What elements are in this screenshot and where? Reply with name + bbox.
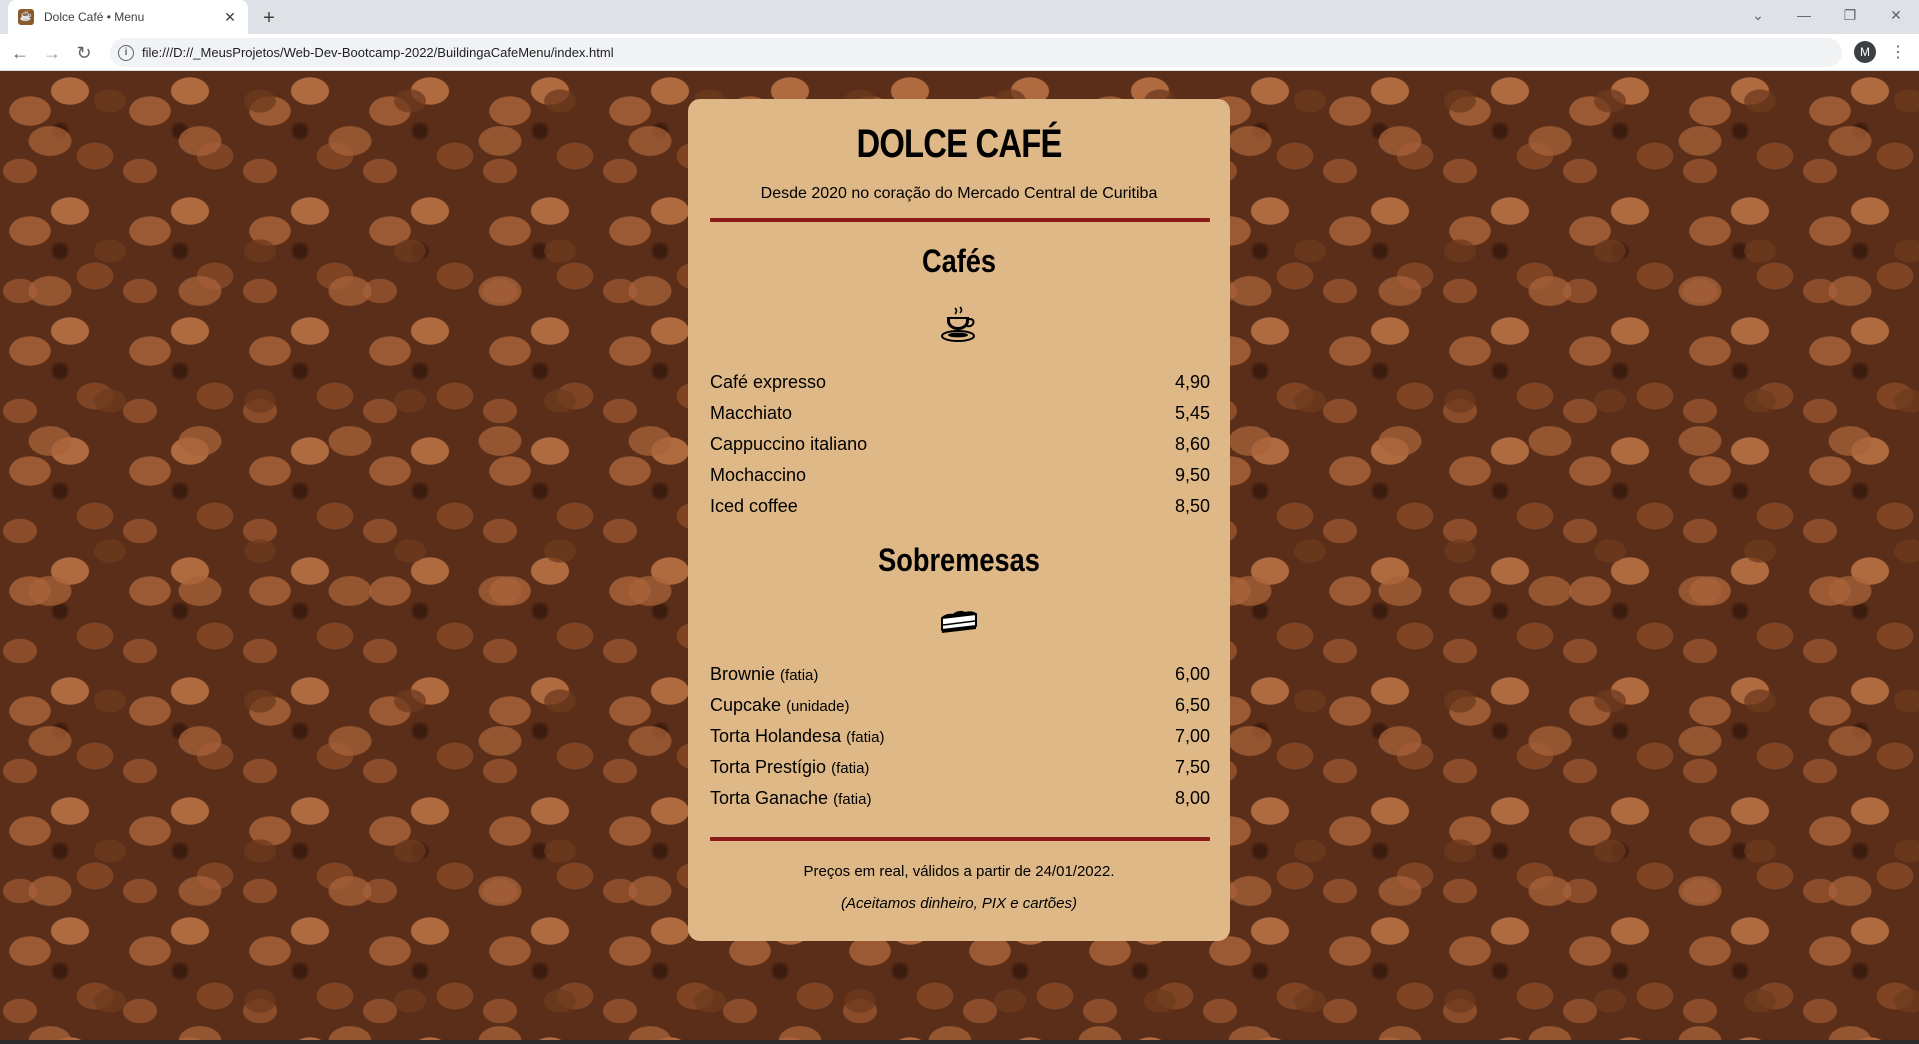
item-note: (fatia): [833, 791, 872, 808]
menu-item: Café expresso 4,90: [710, 372, 1210, 396]
item-price: 7,50: [1174, 757, 1210, 777]
item-price: 4,90: [1174, 372, 1210, 392]
close-tab-icon[interactable]: ✕: [222, 9, 238, 25]
menu-item: Macchiato 5,45: [710, 403, 1210, 427]
tab-strip: ☕ Dolce Café • Menu ✕ + ⌄ — ❐ ✕: [0, 0, 1919, 34]
item-price: 5,45: [1174, 403, 1210, 423]
item-name: Brownie: [710, 664, 776, 684]
item-name: Café expresso: [710, 372, 827, 392]
menu-item: Cupcake (unidade) 6,50: [710, 695, 1210, 719]
section-title-sobremesas: Sobremesas: [878, 542, 1040, 578]
item-price: 6,00: [1174, 664, 1210, 684]
item-name: Torta Holandesa: [710, 726, 842, 746]
item-name: Macchiato: [710, 403, 793, 423]
browser-toolbar: ← → ↻ i file:///D://_MeusProjetos/Web-De…: [0, 34, 1919, 71]
menu-item: Brownie (fatia) 6,00: [710, 664, 1210, 688]
more-menu-icon[interactable]: ⋮: [1888, 40, 1908, 64]
item-name: Torta Prestígio: [710, 757, 827, 777]
back-arrow-icon[interactable]: ←: [6, 39, 34, 67]
item-price: 8,60: [1174, 434, 1210, 454]
item-name: Cupcake: [710, 695, 782, 715]
footer-payment-note: (Aceitamos dinheiro, PIX e cartões): [841, 895, 1077, 912]
item-name: Torta Ganache: [710, 788, 829, 808]
browser-tab[interactable]: ☕ Dolce Café • Menu ✕: [8, 0, 248, 34]
window-bottom-edge: [0, 1040, 1919, 1044]
footer-prices-note: Preços em real, válidos a partir de 24/0…: [803, 863, 1115, 880]
item-note: (fatia): [846, 729, 885, 746]
item-price: 8,50: [1174, 496, 1210, 516]
bottom-divider: [710, 837, 1210, 841]
url-text[interactable]: file:///D://_MeusProjetos/Web-Dev-Bootca…: [142, 45, 614, 60]
menu-item: Torta Holandesa (fatia) 7,00: [710, 726, 1210, 750]
coffee-favicon-icon: ☕: [18, 9, 34, 25]
item-name: Cappuccino italiano: [710, 434, 868, 454]
profile-avatar[interactable]: M: [1854, 41, 1876, 63]
section-title-cafes: Cafés: [921, 243, 997, 279]
new-tab-icon[interactable]: +: [256, 5, 282, 31]
cafe-title: DOLCE CAFÉ: [856, 122, 1063, 166]
item-name: Mochaccino: [710, 465, 807, 485]
menu-item: Mochaccino 9,50: [710, 465, 1210, 489]
menu-item: Torta Prestígio (fatia) 7,50: [710, 757, 1210, 781]
menu-item: Iced coffee 8,50: [710, 496, 1210, 520]
item-note: (fatia): [780, 667, 819, 684]
item-price: 8,00: [1174, 788, 1210, 808]
top-divider: [710, 218, 1210, 222]
coffee-cup-icon: [939, 305, 979, 345]
minimize-icon[interactable]: —: [1781, 0, 1827, 30]
item-note: (fatia): [831, 760, 870, 777]
info-icon[interactable]: i: [118, 44, 134, 61]
forward-arrow-icon[interactable]: →: [38, 39, 66, 67]
close-window-icon[interactable]: ✕: [1873, 0, 1919, 30]
menu-item: Cappuccino italiano 8,60: [710, 434, 1210, 458]
restore-icon[interactable]: ❐: [1827, 0, 1873, 30]
address-bar[interactable]: i file:///D://_MeusProjetos/Web-Dev-Boot…: [110, 38, 1842, 67]
pie-slice-icon: [939, 604, 979, 644]
tagline: Desde 2020 no coração do Mercado Central…: [760, 185, 1158, 202]
menu-item: Torta Ganache (fatia) 8,00: [710, 788, 1210, 812]
item-name: Iced coffee: [710, 496, 798, 516]
tab-title: Dolce Café • Menu: [44, 10, 145, 24]
item-price: 6,50: [1174, 695, 1210, 715]
item-price: 9,50: [1174, 465, 1210, 485]
tab-search-icon[interactable]: ⌄: [1735, 0, 1781, 30]
item-price: 7,00: [1174, 726, 1210, 746]
item-note: (unidade): [786, 698, 850, 715]
reload-icon[interactable]: ↻: [70, 39, 98, 67]
menu-card: DOLCE CAFÉ Desde 2020 no coração do Merc…: [688, 99, 1230, 941]
